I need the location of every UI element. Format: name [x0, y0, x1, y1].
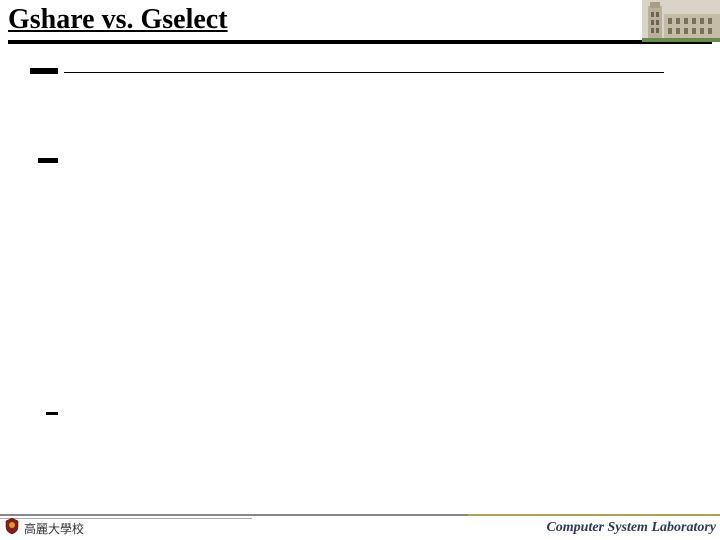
- page-title: Gshare vs. Gselect: [8, 4, 228, 36]
- bullet-level-2: [38, 158, 58, 163]
- slide-header: Gshare vs. Gselect: [0, 0, 720, 50]
- footer-right-text: Computer System Laboratory: [546, 520, 716, 536]
- slide-content: [30, 60, 690, 500]
- bullet-level-1: [30, 68, 58, 74]
- footer-left-text: 高麗大學校: [24, 520, 84, 537]
- university-crest-icon: [4, 517, 20, 539]
- slide-footer: 高麗大學校 Computer System Laboratory: [0, 516, 720, 540]
- header-divider: [8, 40, 712, 44]
- building-image: [642, 0, 720, 42]
- content-line: [64, 72, 664, 73]
- bullet-level-3: [46, 412, 58, 415]
- footer-left: 高麗大學校: [4, 517, 84, 539]
